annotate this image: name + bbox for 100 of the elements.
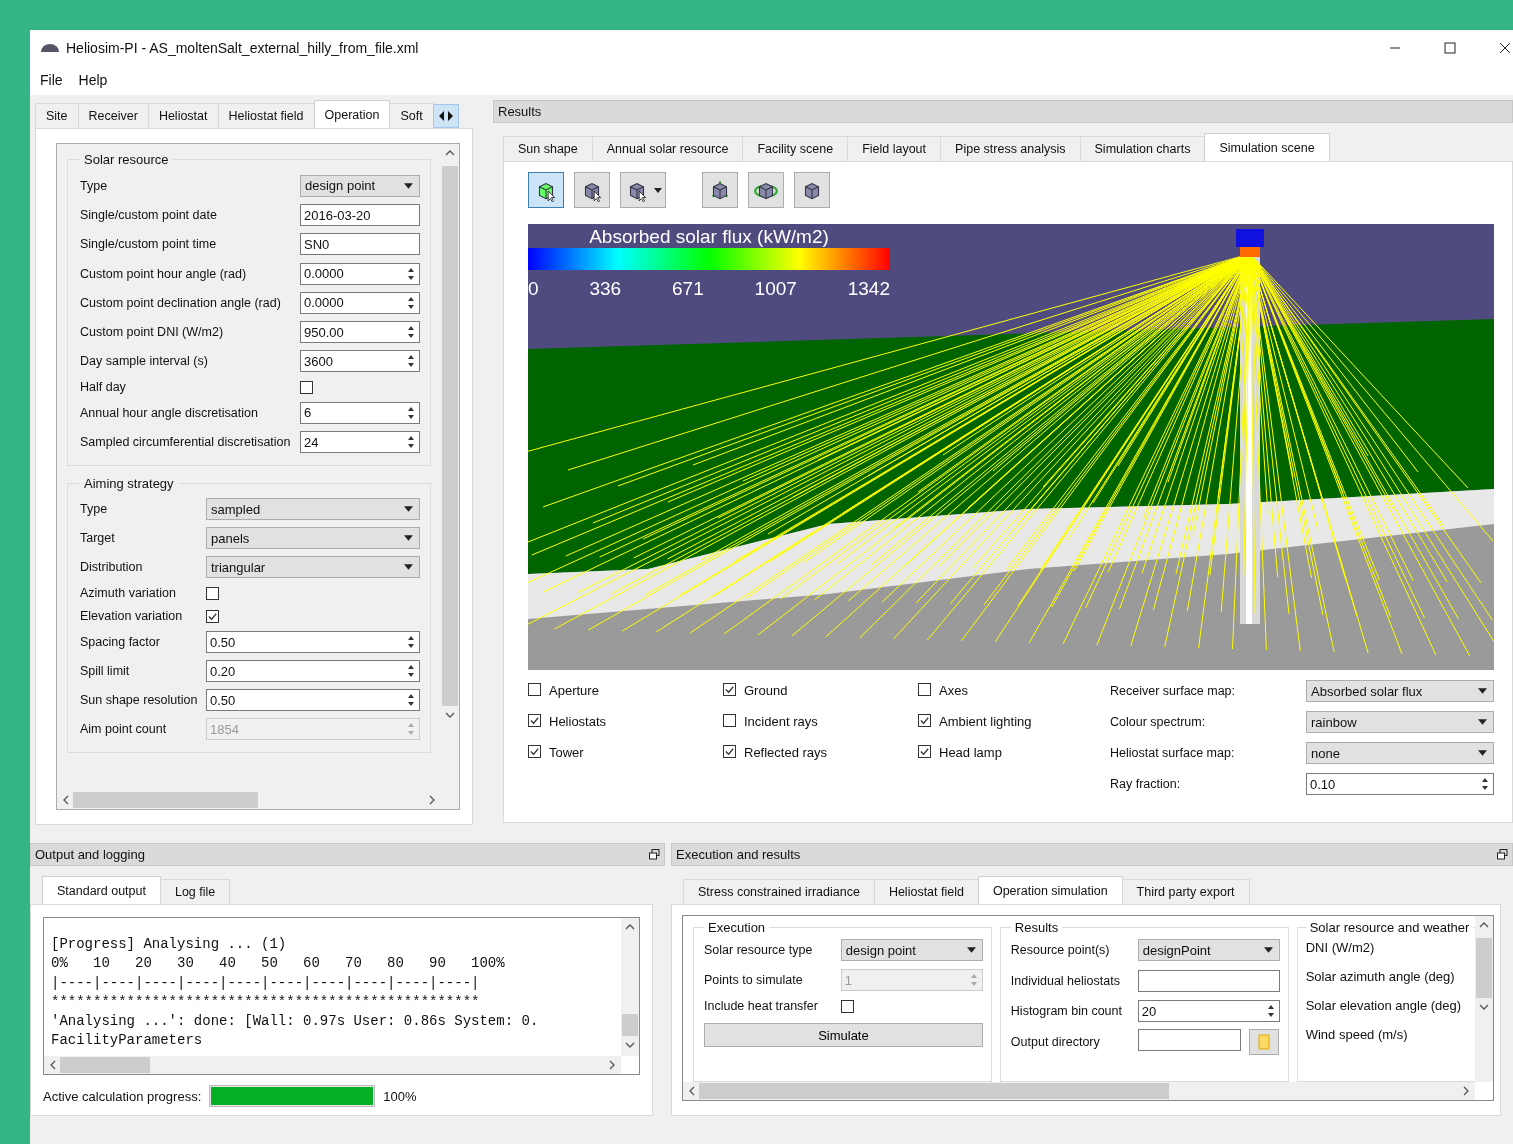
log-line: 0% 10 20 30 40 50 60 70 80 90 100% [51, 955, 506, 974]
simulate-button[interactable]: Simulate [704, 1023, 983, 1047]
text-field[interactable]: SN0 [300, 233, 420, 256]
tab[interactable]: Operation simulation [977, 876, 1123, 904]
spin-box[interactable]: 24 [300, 431, 420, 453]
caret-icon [1263, 947, 1273, 954]
checkbox[interactable] [918, 683, 931, 696]
tab[interactable]: Standard output [42, 876, 161, 904]
text-field[interactable]: 2016-03-20 [300, 203, 420, 226]
spin-box[interactable]: 0.50 [206, 689, 420, 712]
spin-box[interactable]: 950.00 [300, 321, 420, 344]
log-line: [Progress] Analysing ... (1) [51, 936, 288, 954]
field-label: Sampled circumferential discretisation [80, 435, 291, 449]
caret-icon [404, 182, 413, 189]
view-button[interactable] [794, 172, 830, 208]
dropdown[interactable]: none [1306, 742, 1494, 764]
checkbox[interactable] [723, 745, 736, 758]
group-title: Solar resource [83, 152, 170, 167]
tab[interactable]: Operation [313, 100, 391, 128]
field-label: Ray fraction: [1110, 776, 1182, 791]
checkbox-label: Ground [744, 683, 788, 698]
spin-box[interactable]: 0.20 [206, 660, 420, 683]
spin-box[interactable]: 0.50 [206, 631, 420, 654]
dropdown[interactable]: design point [300, 174, 420, 197]
checkbox[interactable] [528, 745, 541, 758]
window-title: Heliosim-PI - AS_moltenSalt_external_hilly_from_file.xml [66, 39, 419, 56]
text-field[interactable] [1137, 969, 1280, 992]
caret-icon [1478, 688, 1487, 694]
caret-icon [966, 947, 976, 953]
spin-box[interactable]: 0.0000 [300, 291, 420, 314]
scrollbar-thumb[interactable] [442, 166, 458, 706]
dropdown[interactable]: sampled [206, 498, 420, 521]
caret-icon [1478, 719, 1487, 725]
progress-reading: 100% [383, 1088, 417, 1104]
scrollbar-thumb[interactable] [1476, 938, 1492, 998]
float-window-icon[interactable] [649, 849, 660, 860]
scrollbar-thumb[interactable] [73, 792, 258, 808]
dropdown[interactable]: design point [840, 939, 983, 961]
field-label: Points to simulate [704, 973, 803, 987]
field-label: Custom point DNI (W/m2) [80, 325, 224, 340]
menu-item[interactable]: File [40, 72, 63, 88]
dropdown[interactable]: Absorbed solar flux [1306, 680, 1494, 702]
view-button[interactable] [702, 172, 738, 208]
view-button[interactable] [620, 172, 666, 208]
heliostat-field-scene-drawing[interactable] [528, 224, 1494, 670]
float-window-icon[interactable] [1497, 849, 1508, 860]
scrollbar-thumb[interactable] [60, 1057, 150, 1073]
checkbox[interactable] [723, 714, 736, 727]
checkbox[interactable] [206, 586, 219, 600]
tab[interactable]: Sun shape [503, 136, 593, 161]
spin-box[interactable]: 0.0000 [300, 262, 420, 285]
spin-box[interactable]: 6 [300, 401, 420, 424]
checkbox[interactable] [918, 745, 931, 758]
checkbox[interactable] [840, 999, 854, 1013]
panel-title: Execution and results [676, 847, 801, 862]
tab[interactable]: Soft [389, 103, 434, 128]
field-label: Elevation variation [80, 609, 183, 624]
caret-icon [404, 564, 413, 571]
tab[interactable]: Simulation scene [1204, 133, 1330, 161]
view-button[interactable] [748, 172, 784, 208]
tab[interactable]: Site [35, 103, 79, 128]
menu-item[interactable]: Help [78, 72, 108, 88]
scrollbar-thumb[interactable] [622, 1014, 638, 1036]
checkbox[interactable] [918, 714, 931, 727]
tab-scroll-arrows-icon[interactable] [432, 104, 459, 128]
view-button[interactable] [574, 172, 610, 208]
spin-box[interactable]: 3600 [300, 350, 420, 373]
tab[interactable]: Stress constrained irradiance [683, 879, 875, 904]
scrollbar-thumb[interactable] [699, 1083, 1169, 1099]
checkbox[interactable] [528, 683, 541, 696]
checkbox-label: Head lamp [939, 745, 1002, 760]
checkbox[interactable] [528, 714, 541, 727]
tab[interactable]: Third party export [1121, 879, 1250, 904]
spin-box[interactable]: 20 [1137, 1000, 1280, 1023]
dropdown[interactable]: panels [206, 527, 420, 550]
field-label: Custom point declination angle (rad) [80, 295, 281, 310]
close-icon[interactable] [1499, 41, 1511, 54]
dropdown[interactable]: designPoint [1137, 939, 1280, 962]
caret-icon [654, 187, 662, 193]
field-label: Annual hour angle discretisation [80, 405, 258, 420]
checkbox[interactable] [300, 380, 313, 394]
spin-box[interactable]: 0.10 [1306, 773, 1494, 795]
field-label: Wind speed (m/s) [1305, 1026, 1409, 1044]
progress-label: Active calculation progress: [43, 1088, 202, 1104]
caret-icon [1478, 750, 1487, 756]
checkbox[interactable] [723, 683, 736, 696]
folder-icon [1257, 1033, 1270, 1050]
maximize-icon[interactable] [1444, 41, 1456, 54]
field-label: Solar elevation angle (deg) [1305, 997, 1463, 1015]
checkbox-label: Tower [549, 745, 584, 760]
dropdown[interactable]: rainbow [1306, 711, 1494, 733]
group-title: Solar resource and weather [1308, 920, 1471, 935]
dropdown[interactable]: triangular [206, 556, 420, 579]
checkbox[interactable] [206, 609, 219, 623]
text-field[interactable] [1137, 1028, 1241, 1051]
checkbox-label: Reflected rays [744, 745, 828, 760]
field-label: Resource point(s) [1010, 943, 1110, 958]
tab[interactable]: Log file [159, 879, 231, 904]
checkbox-label: Heliostats [549, 714, 607, 729]
view-button[interactable] [528, 172, 564, 208]
